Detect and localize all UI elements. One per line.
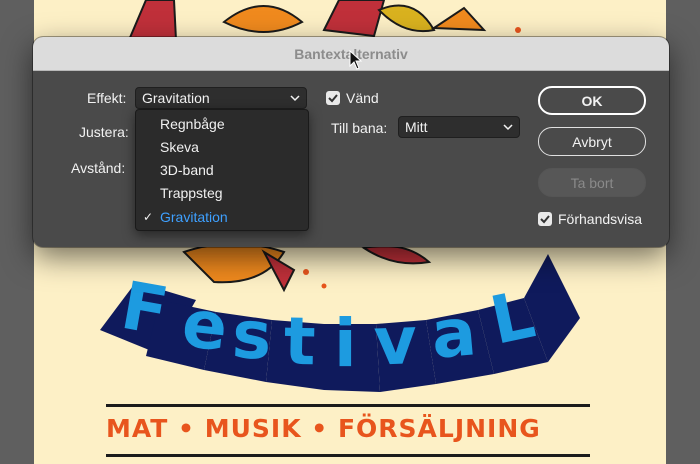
mouse-cursor-icon (349, 50, 363, 70)
banner-letter: L (484, 276, 541, 360)
menu-item-label: Skeva (160, 138, 199, 155)
preview-label: Förhandsvisa (558, 211, 643, 227)
spacing-label: Avstånd: (71, 160, 126, 176)
effect-select[interactable]: Gravitation (135, 87, 307, 109)
checkmark-icon (540, 215, 550, 224)
cancel-button[interactable]: Avbryt (538, 127, 646, 156)
menu-item-label: 3D-band (160, 161, 214, 178)
menu-item-label: Gravitation (160, 208, 228, 225)
ok-button[interactable]: OK (538, 86, 646, 115)
banner-letter: F (116, 267, 174, 351)
chevron-down-icon (503, 122, 513, 132)
preview-checkbox[interactable] (538, 212, 552, 226)
flip-label: Vänd (346, 90, 379, 106)
menu-item-label: Trappsteg (160, 184, 223, 201)
effect-label: Effekt: (87, 90, 127, 106)
checkmark-icon (328, 94, 338, 103)
poster-subtitle: MAT • MUSIK • FÖRSÄLJNING (106, 414, 541, 443)
banner-letter: a (428, 293, 479, 374)
flip-checkbox[interactable] (326, 91, 340, 105)
banner-letter: v (373, 302, 419, 380)
banner-letter: t (283, 303, 316, 381)
menu-item-gravitation[interactable]: ✓ Gravitation (136, 205, 308, 228)
to-path-select[interactable]: Mitt (398, 116, 520, 138)
delete-button: Ta bort (538, 168, 646, 197)
effect-select-value: Gravitation (142, 90, 210, 106)
to-path-select-value: Mitt (405, 119, 428, 135)
chevron-down-icon (290, 93, 300, 103)
banner-letter: i (334, 305, 357, 382)
effect-dropdown-menu: Regnbåge Skeva 3D-band Trappsteg ✓ Gravi… (135, 109, 309, 231)
align-label: Justera: (79, 124, 129, 140)
menu-item-3d-band[interactable]: 3D-band (136, 158, 308, 181)
menu-item-trappsteg[interactable]: Trappsteg (136, 181, 308, 204)
menu-item-regnbage[interactable]: Regnbåge (136, 112, 308, 135)
menu-item-label: Regnbåge (160, 115, 225, 132)
divider-top (106, 404, 590, 407)
divider-bottom (106, 454, 590, 457)
banner-letter: s (230, 296, 273, 375)
banner-letter: e (179, 285, 232, 366)
to-path-label: Till bana: (331, 120, 388, 136)
checkmark-icon: ✓ (143, 209, 154, 224)
menu-item-skeva[interactable]: Skeva (136, 135, 308, 158)
